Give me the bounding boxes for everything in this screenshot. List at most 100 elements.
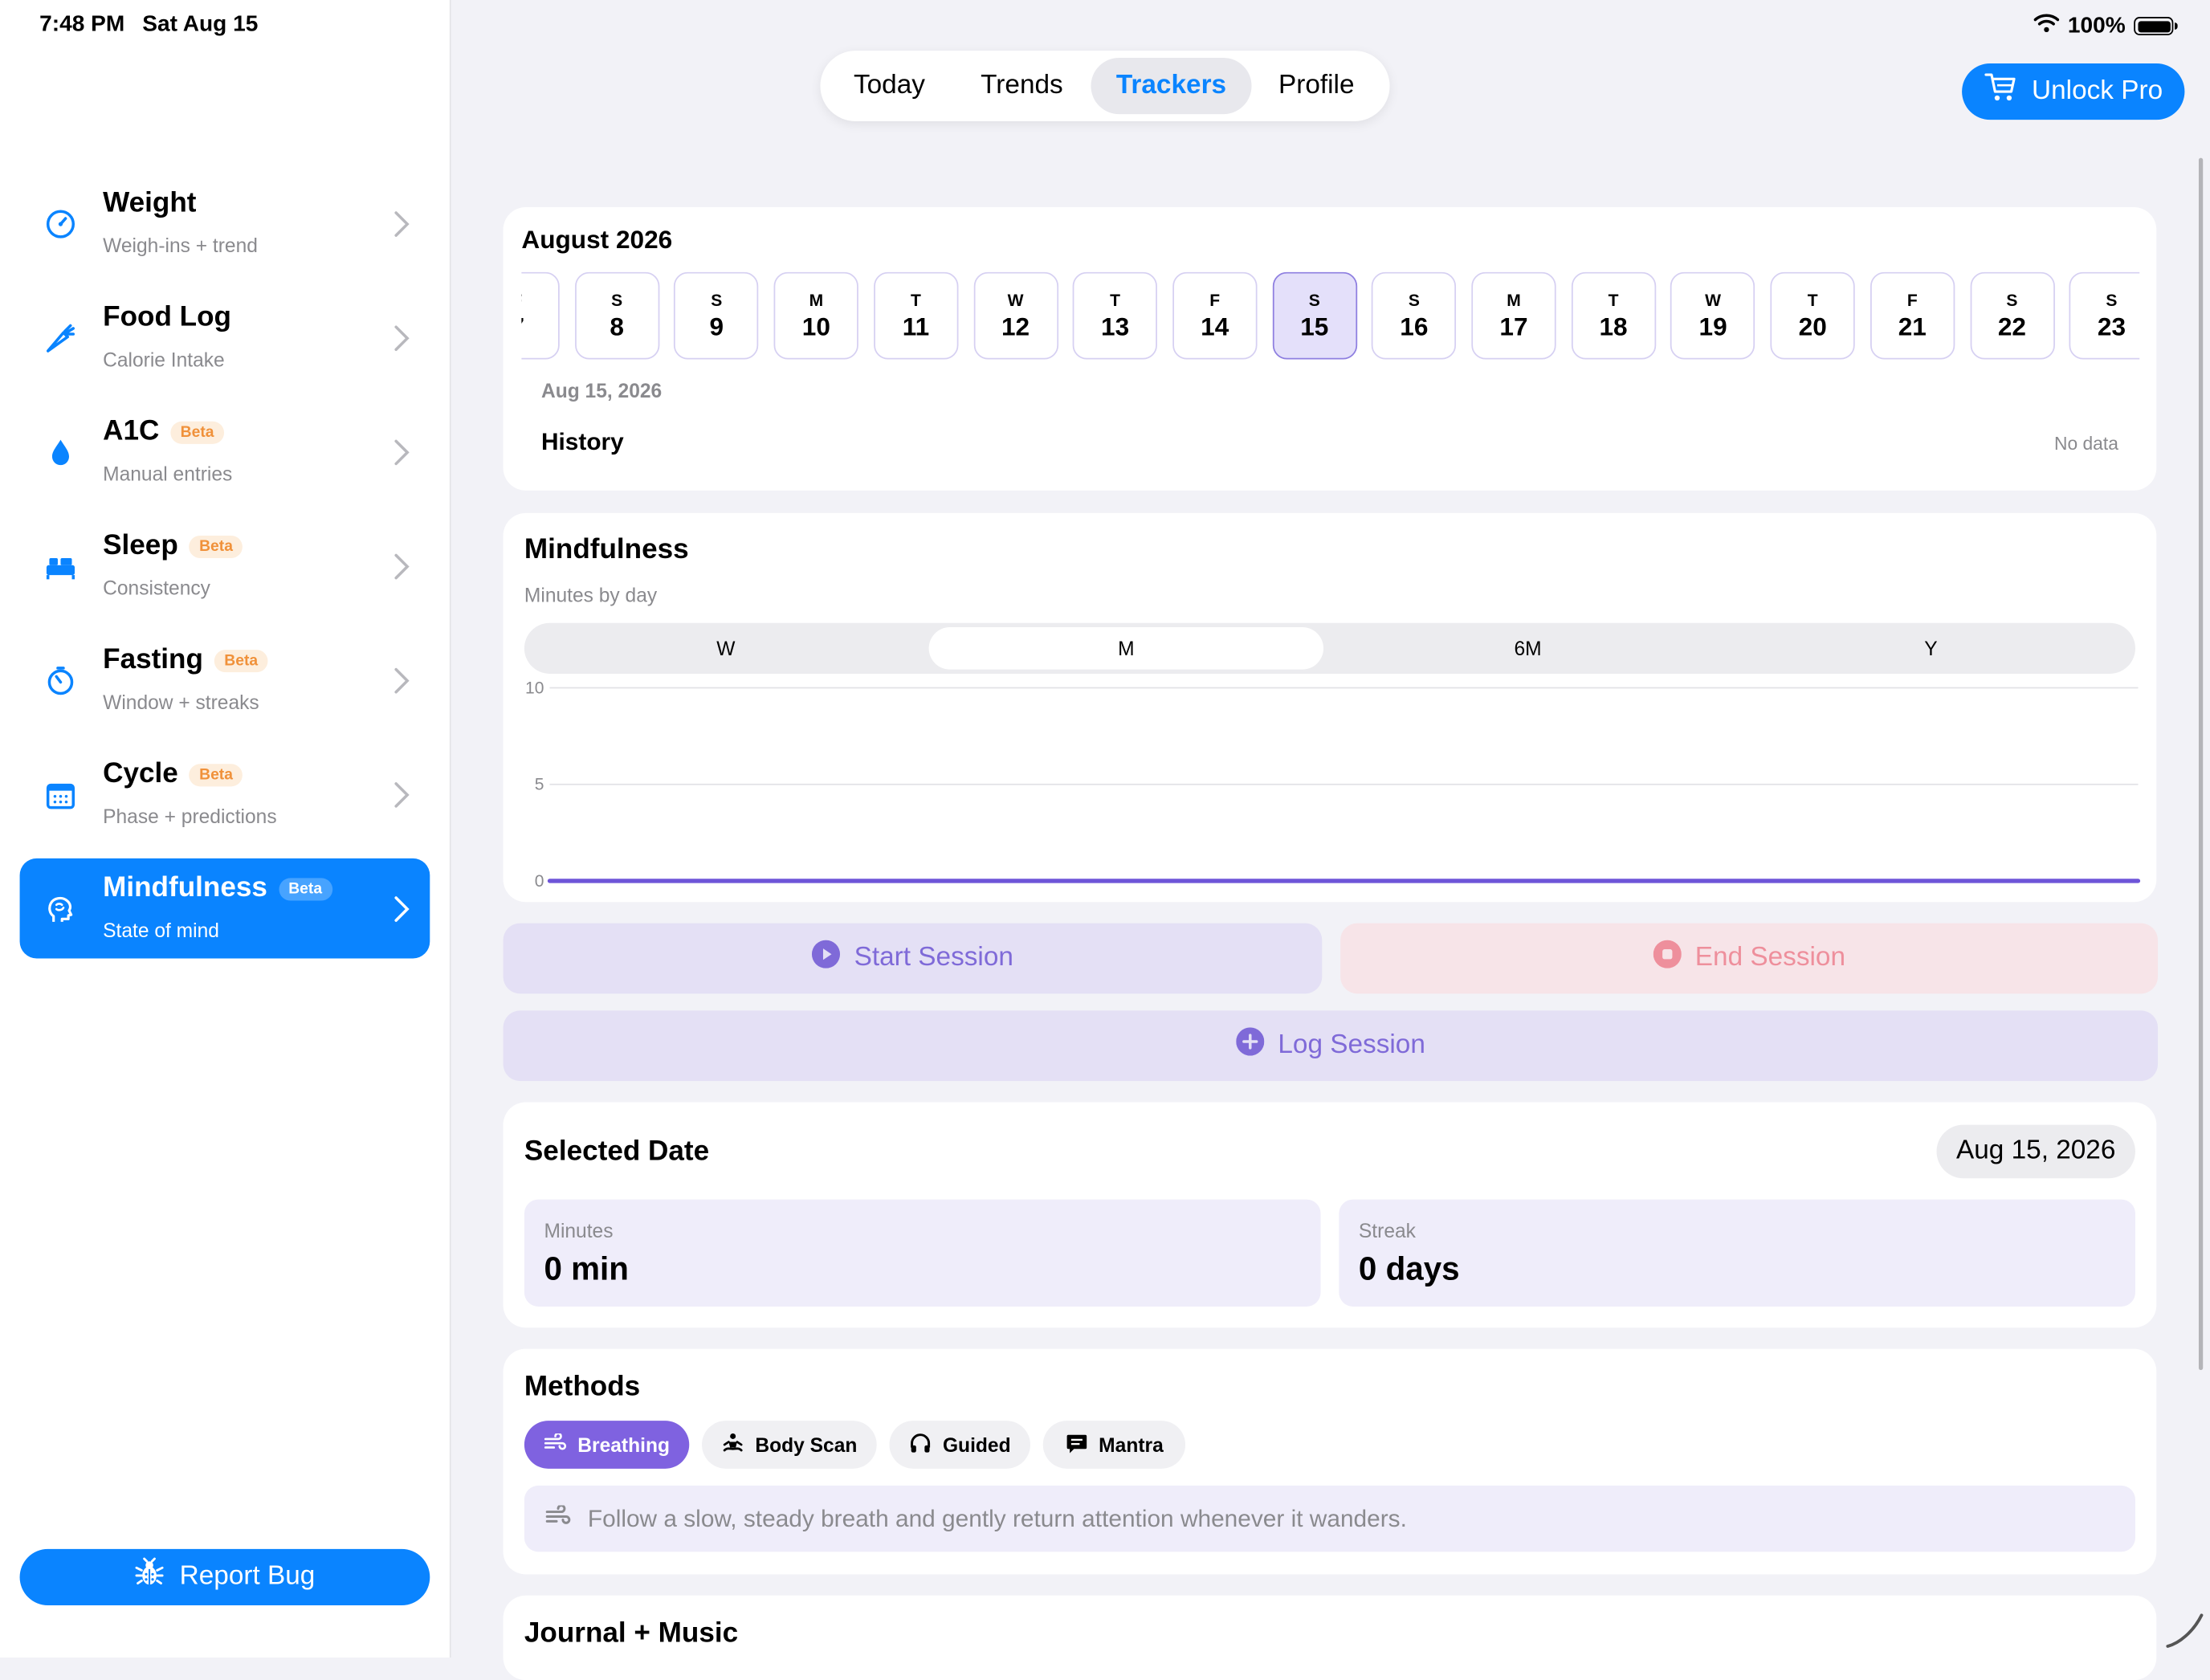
sidebar-item-a1c[interactable]: A1C Beta Manual entries: [20, 402, 430, 502]
day-cell-7[interactable]: F7: [521, 271, 560, 360]
y-tick-label: 10: [525, 679, 544, 698]
scrollbar[interactable]: [2198, 157, 2204, 1370]
carrot-icon: [43, 321, 77, 355]
bed-icon: [43, 549, 77, 583]
beta-badge: Beta: [214, 649, 268, 672]
sidebar-item-cycle[interactable]: Cycle Beta Phase + predictions: [20, 744, 430, 845]
headphones-icon: [909, 1431, 932, 1458]
day-cell-8[interactable]: S8: [574, 271, 659, 360]
sidebar-item-subtitle: Weigh-ins + trend: [103, 234, 258, 257]
battery-percent: 100%: [2067, 13, 2126, 38]
day-cell-12[interactable]: W 12: [972, 271, 1058, 360]
sidebar-item-weight[interactable]: Weight Weigh-ins + trend: [20, 173, 430, 274]
sidebar-item-food-log[interactable]: Food Log Calorie Intake: [20, 287, 430, 388]
day-number: 23: [2097, 312, 2126, 341]
method-chip-guided[interactable]: Guided: [889, 1421, 1030, 1469]
day-letter: W: [1705, 290, 1722, 311]
minutes-value: 0 min: [544, 1250, 629, 1287]
sidebar-item-title: Fasting: [103, 644, 203, 675]
day-number: 13: [1101, 312, 1130, 341]
chevron-right-icon: [393, 438, 410, 467]
day-cell-17[interactable]: M 17: [1471, 271, 1556, 360]
streak-label: Streak: [1358, 1219, 1416, 1242]
start-session-label: Start Session: [854, 943, 1013, 973]
day-cell-10[interactable]: M 10: [773, 271, 859, 360]
month-title: August 2026: [521, 225, 673, 254]
day-cell-16[interactable]: S 16: [1372, 271, 1457, 360]
tab-trends[interactable]: Trends: [957, 58, 1087, 114]
day-number: 14: [1201, 312, 1229, 341]
status-indicators: 100%: [2033, 13, 2178, 39]
end-session-button[interactable]: End Session: [1340, 923, 2159, 994]
tab-today[interactable]: Today: [829, 58, 950, 114]
day-number: 10: [801, 312, 830, 341]
chevron-right-icon: [393, 210, 410, 239]
day-cell-13[interactable]: T 13: [1072, 271, 1158, 360]
day-letter: F: [1906, 290, 1918, 311]
battery-icon: [2134, 17, 2178, 35]
end-session-label: End Session: [1694, 943, 1846, 973]
day-cell-9[interactable]: S9: [674, 271, 759, 360]
method-label: Guided: [942, 1433, 1011, 1457]
report-bug-label: Report Bug: [179, 1561, 316, 1592]
day-letter: F: [1209, 290, 1221, 311]
sidebar-item-title: A1C: [103, 415, 160, 447]
report-bug-button[interactable]: Report Bug: [19, 1548, 430, 1606]
journal-music-title: Journal + Music: [524, 1617, 739, 1649]
day-letter: S: [1308, 290, 1320, 311]
day-cell-22[interactable]: S 22: [1969, 271, 2055, 360]
day-number: 21: [1898, 312, 1927, 341]
date-picker-button[interactable]: Aug 15, 2026: [1936, 1124, 2135, 1179]
tab-profile[interactable]: Profile: [1254, 58, 1378, 114]
day-letter: M: [1507, 290, 1521, 311]
tab-trackers[interactable]: Trackers: [1091, 57, 1252, 115]
day-number: 7: [521, 313, 558, 343]
range-option-m[interactable]: M: [928, 627, 1324, 670]
y-tick-label: 0: [535, 872, 544, 891]
method-chip-body-scan[interactable]: Body Scan: [702, 1421, 877, 1469]
range-option-y[interactable]: Y: [1734, 627, 2128, 670]
day-cell-23[interactable]: S 23: [2069, 271, 2140, 360]
streak-value: 0 days: [1358, 1250, 1460, 1287]
day-letter: W: [1007, 290, 1024, 311]
day-letter: S: [2106, 290, 2118, 311]
history-value: No data: [2053, 432, 2118, 455]
sidebar: 7:48 PM Sat Aug 15 Weight Weigh-ins + tr…: [0, 0, 451, 1658]
day-cell-21[interactable]: F 21: [1870, 271, 1955, 360]
method-label: Mantra: [1099, 1433, 1164, 1457]
day-cell-15[interactable]: S 15: [1272, 271, 1357, 360]
day-number: 8: [610, 312, 624, 341]
day-strip[interactable]: F7S8S9M10T11W12T13F14S15S16M17T18W19T20F…: [521, 271, 2140, 362]
stop-icon: [1653, 940, 1682, 977]
method-label: Body Scan: [755, 1433, 858, 1457]
day-cell-19[interactable]: W 19: [1670, 271, 1755, 360]
method-chip-breathing[interactable]: Breathing: [524, 1421, 690, 1469]
sidebar-item-sleep[interactable]: Sleep Beta Consistency: [20, 516, 430, 616]
method-chip-mantra[interactable]: Mantra: [1042, 1421, 1186, 1469]
day-cell-20[interactable]: T 20: [1770, 271, 1855, 360]
calendar-card: August 2026 F7S8S9M10T11W12T13F14S15S16M…: [503, 207, 2157, 491]
day-cell-14[interactable]: F 14: [1172, 271, 1258, 360]
day-letter: S: [711, 290, 723, 311]
day-number: 16: [1400, 312, 1429, 341]
selected-date-title: Selected Date: [524, 1136, 710, 1168]
range-option-6m[interactable]: 6M: [1331, 627, 1725, 670]
day-cell-11[interactable]: T 11: [873, 271, 959, 360]
day-number: 11: [902, 312, 930, 341]
day-cell-18[interactable]: T 18: [1571, 271, 1656, 360]
unlock-pro-button[interactable]: Unlock Pro: [1962, 63, 2185, 120]
log-session-button[interactable]: Log Session: [503, 1010, 2159, 1082]
day-number: 9: [709, 312, 724, 341]
day-letter: T: [911, 290, 921, 311]
day-letter: T: [1608, 290, 1619, 311]
day-letter: F: [521, 291, 558, 311]
range-option-w[interactable]: W: [528, 627, 923, 670]
sidebar-item-mindfulness[interactable]: Mindfulness Beta State of mind: [19, 858, 430, 959]
chart-title: Mindfulness: [524, 534, 689, 565]
sidebar-item-fasting[interactable]: Fasting Beta Window + streaks: [20, 630, 430, 731]
log-session-label: Log Session: [1278, 1030, 1425, 1060]
history-label: History: [540, 428, 624, 455]
start-session-button[interactable]: Start Session: [503, 923, 1323, 994]
status-time: 7:48 PM: [39, 12, 125, 37]
sidebar-item-subtitle: Phase + predictions: [103, 805, 277, 828]
